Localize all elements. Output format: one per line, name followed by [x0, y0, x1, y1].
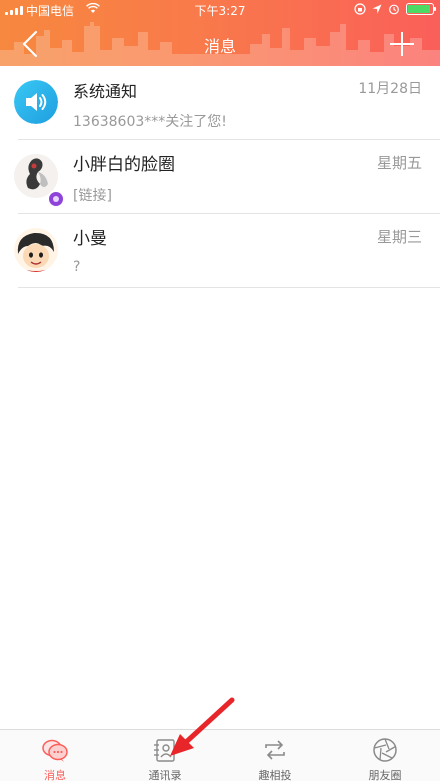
speaker-icon: [14, 80, 58, 124]
contacts-icon: [154, 739, 175, 762]
message-preview: ?: [73, 259, 81, 275]
camera-aperture-icon: [373, 738, 397, 762]
tab-label: 朋友圈: [368, 769, 402, 781]
message-preview: 13638603***关注了您!: [73, 114, 227, 130]
tab-label: 消息: [44, 769, 66, 781]
message-time: 星期三: [376, 228, 422, 246]
list-item-contact[interactable]: 小曼 ? 星期三: [0, 214, 440, 288]
tab-contacts[interactable]: 通讯录: [110, 730, 220, 781]
contact-name: 小曼: [73, 229, 107, 249]
lock-rotation-icon: [354, 3, 366, 15]
contact-name: 小胖白的脸圈: [73, 155, 175, 175]
plus-icon[interactable]: [390, 32, 414, 56]
message-time: 11月28日: [358, 81, 422, 97]
group-badge-icon: [47, 190, 65, 208]
message-time: 星期五: [376, 154, 422, 172]
message-preview: [链接]: [73, 188, 112, 204]
swap-arrows-icon: [265, 740, 285, 760]
battery-level: [408, 5, 430, 13]
header-bar: 中国电信 下午3:27 消息: [0, 0, 440, 66]
tab-label: 通讯录: [148, 769, 182, 781]
location-icon: [372, 4, 382, 14]
tab-label: 趣相投: [258, 769, 292, 781]
message-list: 系统通知 13638603***关注了您! 11月28日 小胖白的脸圈 [链接]…: [0, 66, 440, 288]
chat-bubbles-icon: [42, 739, 68, 762]
user-avatar: [14, 228, 58, 272]
list-item-group-chat[interactable]: 小胖白的脸圈 [链接] 星期五: [0, 140, 440, 214]
tab-messages[interactable]: 消息: [0, 730, 110, 781]
status-bar: 中国电信 下午3:27: [0, 0, 440, 20]
messages-screen: 中国电信 下午3:27 消息 系统通知 13638603***关注了您! 11月…: [0, 0, 440, 781]
tab-bar: 消息 通讯录 趣相投 朋友圈: [0, 729, 440, 781]
contact-name: 系统通知: [73, 82, 138, 101]
divider: [18, 287, 440, 288]
tab-moments[interactable]: 朋友圈: [330, 730, 440, 781]
status-indicators: [354, 3, 436, 15]
tab-discover[interactable]: 趣相投: [220, 730, 330, 781]
battery-icon: [406, 3, 436, 15]
alarm-icon: [389, 4, 399, 15]
list-item-system-notification[interactable]: 系统通知 13638603***关注了您! 11月28日: [0, 66, 440, 140]
page-title: 消息: [203, 37, 236, 56]
